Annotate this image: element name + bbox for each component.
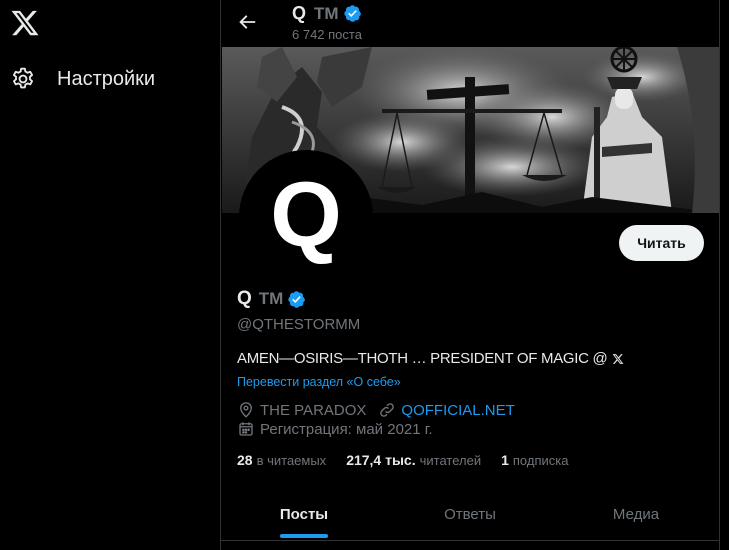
location-pin-icon [237,401,255,419]
x-logo-icon[interactable] [612,353,624,365]
profile-handle: @QTHESTORMM [237,316,361,333]
tab-replies[interactable]: Ответы [387,488,553,540]
link-icon [378,401,396,419]
followers-stat[interactable]: 217,4 тыс. читателей [346,452,481,468]
profile-stats: 28 в читаемых 217,4 тыс. читателей 1 под… [237,452,588,468]
header-post-count: 6 742 поста [292,27,362,42]
following-count: 28 [237,452,253,468]
tab-replies-label: Ответы [444,505,496,523]
tab-posts-label: Посты [279,505,329,523]
translate-bio-link[interactable]: Перевести раздел «О себе» [237,375,401,389]
subscriptions-label: подписка [512,453,569,468]
profile-column: Q TM 6 742 поста Q Читать Q TM @QTHESTOR… [220,0,720,550]
back-arrow-icon[interactable] [236,11,258,33]
header-title: Q TM [292,3,362,24]
followers-label: читателей [419,453,482,468]
following-label: в читаемых [256,453,327,468]
profile-tabs: Посты Ответы Медиа [221,488,719,540]
x-logo-icon[interactable] [10,8,40,38]
nav-item-settings[interactable]: Настройки [10,62,155,96]
calendar-icon [237,420,255,438]
profile-location: THE PARADOX [260,401,367,419]
profile-website-link[interactable]: QOFFICIAL.NET [401,402,514,419]
subscriptions-stat[interactable]: 1 подписка [501,452,568,468]
avatar-letter: Q [270,164,342,266]
followers-count: 217,4 тыс. [346,452,416,468]
following-stat[interactable]: 28 в читаемых [237,452,326,468]
left-nav: Настройки [0,0,220,550]
profile-joined-row: Регистрация: май 2021 г. [237,420,433,438]
gear-icon [10,66,36,92]
profile-name: Q TM [237,288,306,310]
follow-button[interactable]: Читать [619,225,704,261]
profile-tm: TM [258,289,284,308]
header-name: Q [292,3,307,23]
header-tm: TM [314,3,339,23]
profile-bio: AMEN—OSIRIS—THOTH … PRESIDENT OF MAGIC @ [237,350,624,367]
subscriptions-count: 1 [501,452,509,468]
profile-avatar[interactable]: Q [239,150,373,284]
profile-bio-text: AMEN—OSIRIS—THOTH … PRESIDENT OF MAGIC @ [237,350,608,367]
tab-media[interactable]: Медиа [553,488,719,540]
verified-badge-icon[interactable] [287,290,306,309]
profile-display-name: Q [237,288,252,309]
active-tab-indicator [280,534,328,538]
nav-item-settings-label: Настройки [57,67,156,90]
tab-posts[interactable]: Посты [221,488,387,540]
tab-media-label: Медиа [612,505,660,523]
tabs-divider [221,540,719,541]
verified-badge-icon [343,5,361,22]
profile-meta-row: THE PARADOX QOFFICIAL.NET [237,401,515,419]
profile-header-bar: Q TM 6 742 поста [221,0,719,47]
profile-joined-date: Регистрация: май 2021 г. [260,420,433,438]
